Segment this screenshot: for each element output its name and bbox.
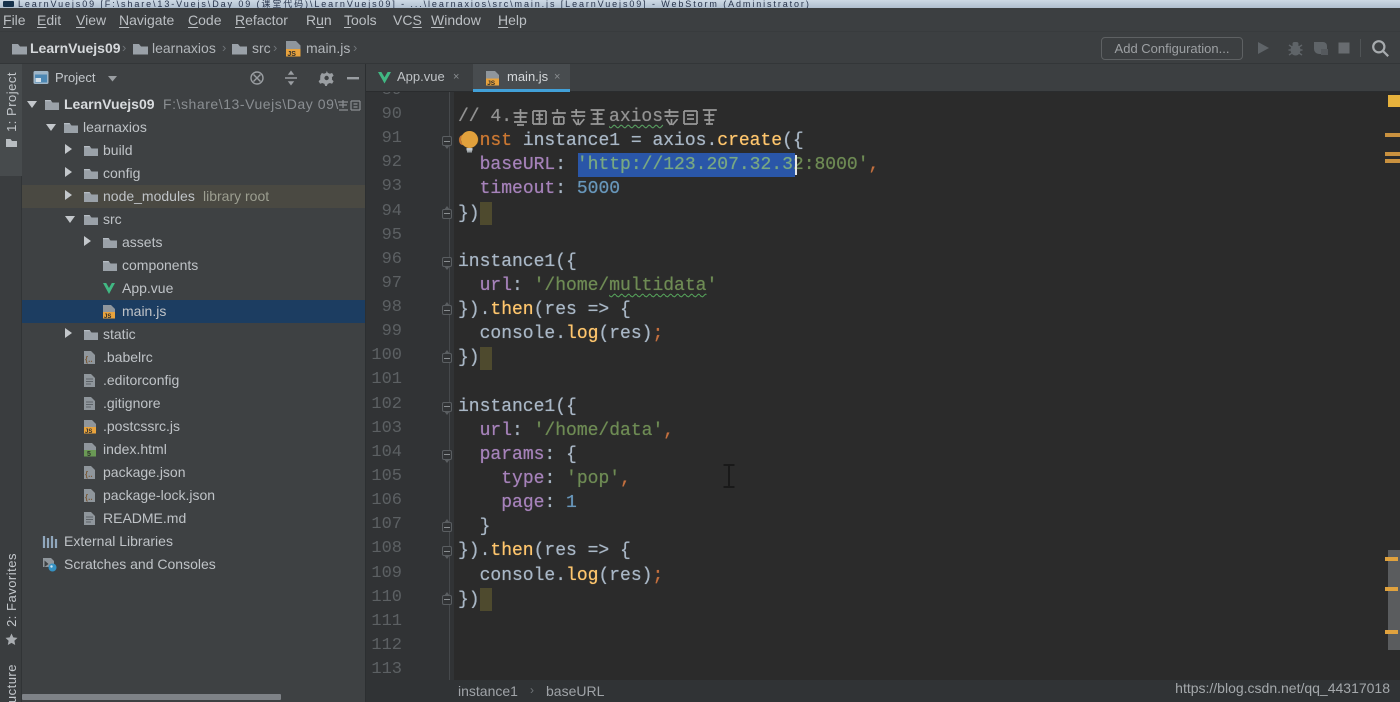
svg-text:{..: {.. bbox=[85, 355, 93, 364]
svg-text:5: 5 bbox=[87, 451, 91, 457]
svg-text:{..: {.. bbox=[85, 470, 93, 479]
svg-text:JS: JS bbox=[85, 429, 92, 434]
svg-text:{..: {.. bbox=[85, 493, 93, 502]
svg-text:JS: JS bbox=[104, 314, 111, 319]
svg-text:JS: JS bbox=[287, 51, 296, 57]
svg-text:JS: JS bbox=[487, 80, 496, 86]
